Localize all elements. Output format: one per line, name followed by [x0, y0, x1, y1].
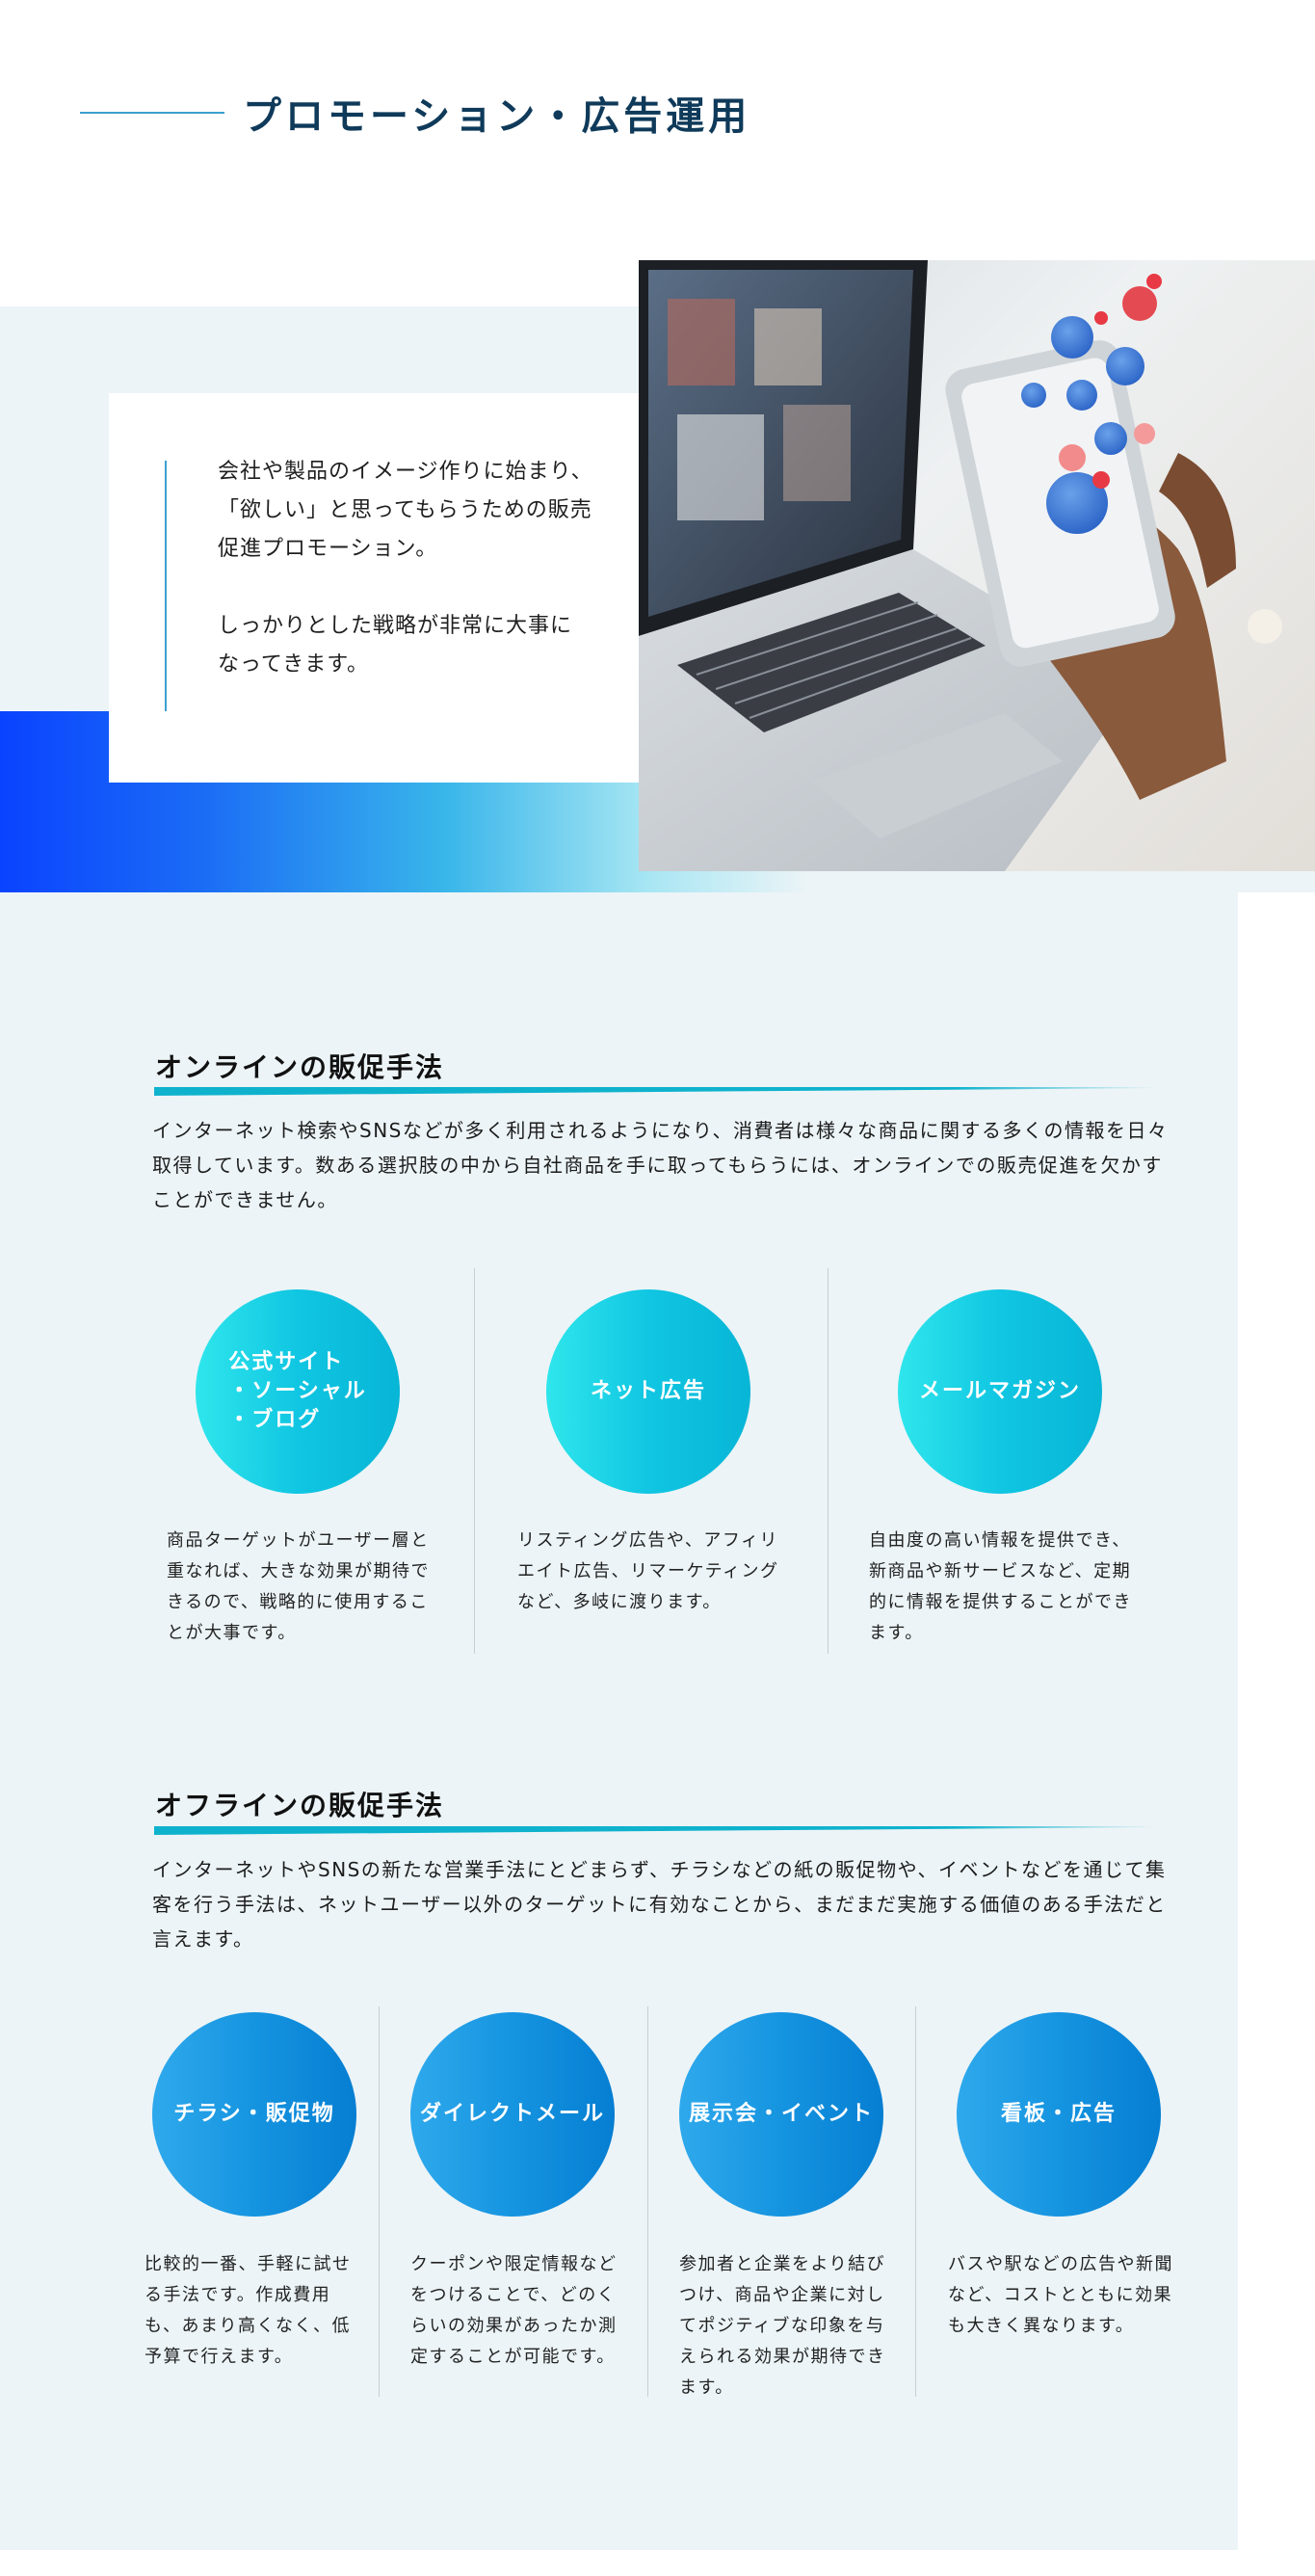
offline-item-3-label: 展示会・イベント [688, 2102, 874, 2126]
offline-divider-1 [379, 2006, 380, 2397]
online-item-official-site-circle: 公式サイト ・ソーシャル ・ブログ [196, 1289, 400, 1494]
hero-text: 会社や製品のイメージ作りに始まり、「欲しい」と思ってもらうための販売促進プロモー… [218, 453, 593, 723]
online-item-1-line-3: ・ブログ [228, 1408, 322, 1432]
offline-section-description: インターネットやSNSの新たな営業手法にとどまらず、チラシなどの紙の販促物や、イ… [152, 1858, 1167, 1951]
offline-item-flyer-circle: チラシ・販促物 [152, 2012, 356, 2217]
hero-card-accent-bar [165, 461, 167, 711]
offline-section-title: オフラインの販促手法 [155, 1790, 445, 1821]
offline-item-2-description: クーポンや限定情報などをつけることで、どのくらいの効果があったか測定することが可… [410, 2254, 618, 2367]
online-item-net-ad-circle: ネット広告 [546, 1289, 750, 1494]
online-item-2-description: リスティング広告や、アフィリエイト広告、リマーケティングなど、多岐に渡ります。 [517, 1530, 779, 1612]
hero-photo [639, 260, 1315, 871]
online-divider-1 [474, 1268, 475, 1654]
offline-divider-3 [915, 2006, 916, 2397]
title-decoration-line [80, 112, 224, 114]
online-item-1-description: 商品ターゲットがユーザー層と重なれば、大きな効果が期待できるので、戦略的に使用す… [167, 1530, 430, 1643]
laptop-phone-social-likes-icon [639, 260, 1282, 871]
online-item-3-description: 自由度の高い情報を提供でき、新商品や新サービスなど、定期的に情報を提供することが… [869, 1530, 1132, 1643]
online-section-title: オンラインの販促手法 [155, 1051, 445, 1083]
offline-item-1-label: チラシ・販促物 [173, 2102, 335, 2126]
offline-item-direct-mail-circle: ダイレクトメール [410, 2012, 615, 2217]
online-item-1-line-2: ・ソーシャル [228, 1379, 367, 1403]
offline-item-1-description: 比較的一番、手軽に試せる手法です。作成費用も、あまり高くなく、低予算で行えます。 [145, 2254, 352, 2367]
offline-item-3-description: 参加者と企業をより結びつけ、商品や企業に対してポジティブな印象を与えられる効果が… [679, 2254, 886, 2398]
online-item-1-line-1: 公式サイト [228, 1350, 345, 1374]
online-item-2-label: ネット広告 [590, 1379, 706, 1403]
hero-paragraph-1: 会社や製品のイメージ作りに始まり、「欲しい」と思ってもらうための販売促進プロモー… [218, 460, 593, 561]
page-title: プロモーション・広告運用 [243, 94, 751, 139]
online-item-3-label: メールマガジン [918, 1379, 1081, 1403]
offline-item-4-label: 看板・広告 [1000, 2102, 1117, 2126]
hero-paragraph-2: しっかりとした戦略が非常に大事になってきます。 [218, 614, 573, 677]
offline-item-2-label: ダイレクトメール [419, 2102, 605, 2126]
online-item-mail-magazine-circle: メールマガジン [898, 1289, 1102, 1494]
offline-item-exhibition-circle: 展示会・イベント [679, 2012, 883, 2217]
offline-item-signboard-circle: 看板・広告 [957, 2012, 1161, 2217]
offline-item-4-description: バスや駅などの広告や新聞など、コストとともに効果も大きく異なります。 [948, 2254, 1173, 2336]
offline-divider-2 [647, 2006, 648, 2397]
online-section-description: インターネット検索やSNSなどが多く利用されるようになり、消費者は様々な商品に関… [152, 1119, 1169, 1211]
